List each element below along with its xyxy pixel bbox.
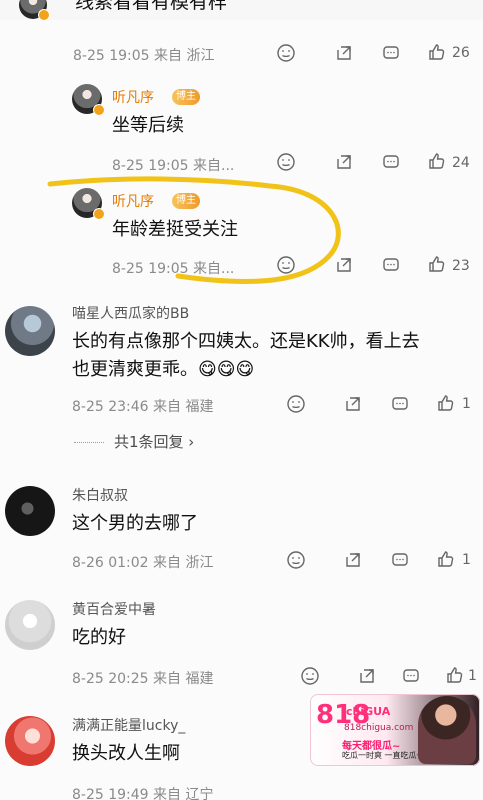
avatar[interactable] (5, 306, 55, 356)
comment-icon[interactable] (390, 550, 410, 570)
verified-badge-icon (93, 104, 105, 116)
comments-page: 线索看看有模有样 8-25 19:05 来自 浙江 26 听凡序 博主 坐等后续… (0, 0, 483, 800)
verified-badge-icon (93, 208, 105, 220)
like-count: 26 (452, 45, 470, 61)
comment-text: 这个男的去哪了 (72, 513, 198, 534)
like-icon[interactable] (435, 549, 455, 569)
share-icon[interactable] (334, 152, 354, 172)
share-icon[interactable] (357, 666, 377, 686)
comment-item: 喵星人西瓜家的BB 长的有点像那个四姨太。还是KK帅，看上去 也更清爽更乖。😋😋… (0, 300, 483, 460)
like-count: 23 (452, 258, 470, 274)
comment-item: 朱白叔叔 这个男的去哪了 8-26 01:02 来自 浙江 1 (0, 482, 483, 577)
comment-icon[interactable] (381, 152, 401, 172)
comment-text-line-1: 长的有点像那个四姨太。还是KK帅，看上去 (72, 331, 420, 352)
comment-meta: 8-25 19:05 来自 浙江 (73, 48, 215, 64)
comment-icon[interactable] (381, 43, 401, 63)
watermark-character-image (418, 696, 476, 764)
comment-icon[interactable] (390, 394, 410, 414)
comment-meta: 8-25 19:05 来自... (112, 158, 235, 174)
like-icon[interactable] (426, 254, 446, 274)
watermark-domain: 818chigua.com (344, 723, 414, 733)
like-count: 1 (468, 668, 477, 684)
comment-text: 坐等后续 (112, 115, 184, 136)
share-icon[interactable] (334, 255, 354, 275)
comment-icon[interactable] (381, 255, 401, 275)
share-icon[interactable] (343, 550, 363, 570)
commenter-name[interactable]: 朱白叔叔 (72, 485, 128, 505)
previous-comment-tail: 线索看看有模有样 8-25 19:05 来自 浙江 26 (0, 0, 483, 78)
comment-meta: 8-26 01:02 来自 浙江 (72, 555, 214, 571)
reply-comment-1: 听凡序 博主 坐等后续 8-25 19:05 来自... 24 (0, 84, 483, 182)
commenter-name[interactable]: 听凡序 (112, 87, 154, 107)
watermark-banner: 818 chiGUA 818chigua.com 每天都很瓜~ 吃瓜一时爽 一直… (310, 694, 480, 766)
like-icon[interactable] (435, 393, 455, 413)
comment-meta: 8-25 19:49 来自 辽宁 (72, 787, 214, 800)
avatar[interactable] (5, 716, 55, 766)
watermark-brand: chiGUA (346, 705, 391, 718)
view-replies-link[interactable]: 共1条回复 › (114, 431, 194, 452)
author-badge: 博主 (172, 89, 200, 105)
like-icon[interactable] (426, 151, 446, 171)
like-count: 1 (462, 552, 471, 568)
commenter-name[interactable]: 喵星人西瓜家的BB (72, 303, 189, 323)
comment-meta: 8-25 20:25 来自 福建 (72, 671, 214, 687)
emoji-icon[interactable] (300, 666, 320, 686)
emoji-icon[interactable] (276, 43, 296, 63)
comment-text: 线索看看有模有样 (75, 0, 228, 13)
like-count: 24 (452, 155, 470, 171)
emoji-icon[interactable] (286, 394, 306, 414)
comment-meta: 8-25 19:05 来自... (112, 261, 235, 277)
share-icon[interactable] (343, 394, 363, 414)
author-badge: 博主 (172, 193, 200, 209)
commenter-name[interactable]: 满满正能量lucky_ (72, 715, 185, 735)
comment-text: 吃的好 (72, 627, 126, 648)
commenter-name[interactable]: 听凡序 (112, 191, 154, 211)
like-icon[interactable] (426, 42, 446, 62)
comment-item: 黄百合爱中暑 吃的好 8-25 20:25 来自 福建 1 (0, 596, 483, 692)
emoji-icon[interactable] (276, 255, 296, 275)
comment-text: 年龄差挺受关注 (112, 219, 238, 240)
like-icon[interactable] (444, 665, 464, 685)
comment-text: 换头改人生啊 (72, 743, 180, 764)
comment-text-line-2: 也更清爽更乖。😋😋😋 (72, 359, 255, 380)
avatar[interactable] (5, 486, 55, 536)
share-icon[interactable] (334, 43, 354, 63)
verified-badge-icon (38, 9, 50, 21)
reply-comment-2: 听凡序 博主 年龄差挺受关注 8-25 19:05 来自... 23 (0, 188, 483, 286)
comment-icon[interactable] (401, 666, 421, 686)
emoji-icon[interactable] (286, 550, 306, 570)
comment-meta: 8-25 23:46 来自 福建 (72, 399, 214, 415)
reply-divider (74, 442, 104, 443)
like-count: 1 (462, 396, 471, 412)
commenter-name[interactable]: 黄百合爱中暑 (72, 599, 156, 619)
avatar[interactable] (5, 600, 55, 650)
emoji-icon[interactable] (276, 152, 296, 172)
